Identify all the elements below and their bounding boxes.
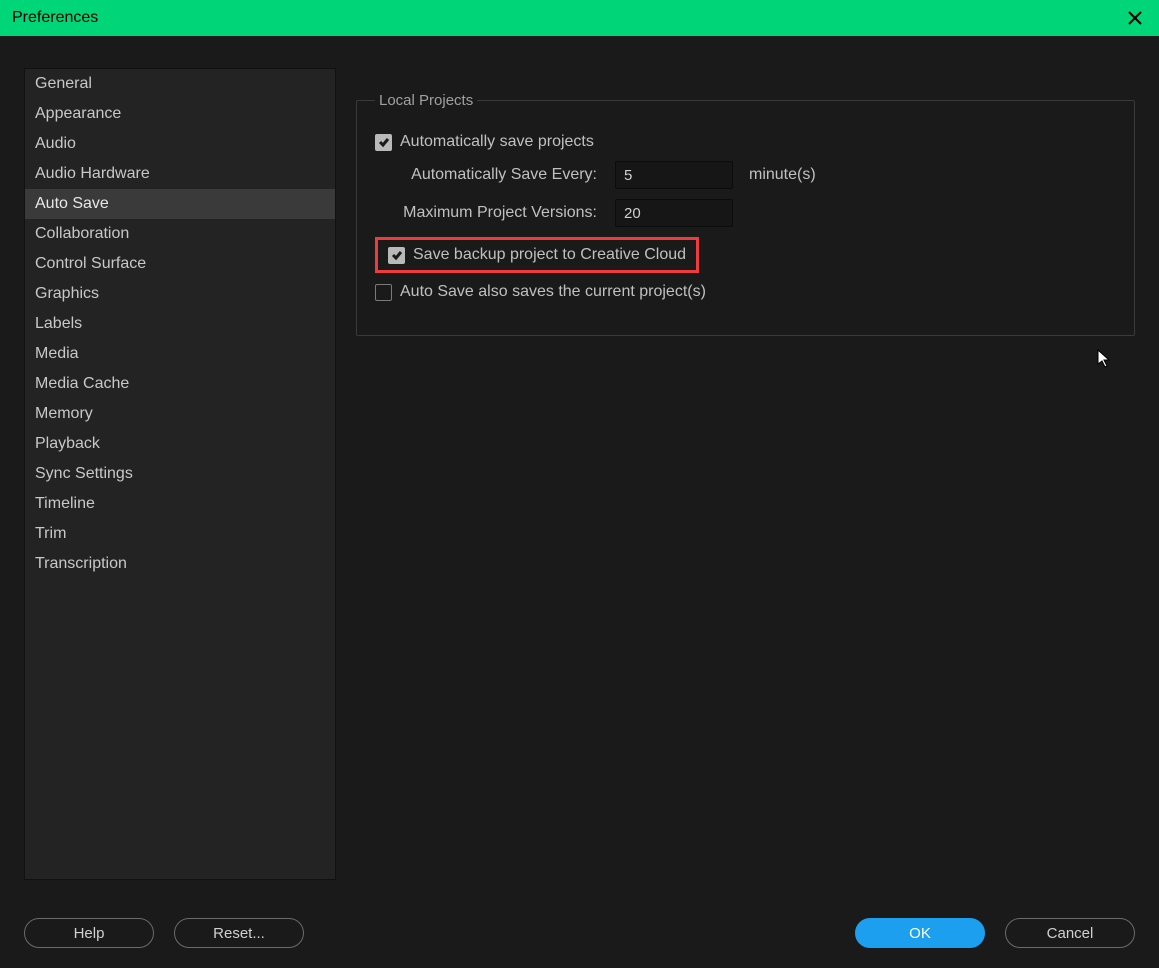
sidebar-item-graphics[interactable]: Graphics [25,279,335,309]
save-every-label: Automatically Save Every: [395,166,615,184]
settings-panel: Local Projects Automatically save projec… [356,68,1135,896]
auto-save-row: Automatically save projects [375,133,1116,151]
dialog-footer: Help Reset... OK Cancel [0,918,1159,948]
auto-save-label: Automatically save projects [400,133,594,151]
save-every-input[interactable] [615,161,733,189]
sidebar-item-sync-settings[interactable]: Sync Settings [25,459,335,489]
group-title: Local Projects [375,92,477,109]
titlebar: Preferences [0,0,1159,36]
highlight-annotation: Save backup project to Creative Cloud [375,237,699,273]
ok-button[interactable]: OK [855,918,985,948]
backup-cc-row: Save backup project to Creative Cloud [375,237,1116,273]
backup-cc-checkbox[interactable] [388,247,405,264]
sidebar-item-collaboration[interactable]: Collaboration [25,219,335,249]
check-icon [391,249,403,261]
check-icon [378,136,390,148]
save-every-unit: minute(s) [749,166,816,184]
local-projects-group: Local Projects Automatically save projec… [356,92,1135,336]
max-versions-row: Maximum Project Versions: [375,199,1116,227]
also-current-label: Auto Save also saves the current project… [400,283,706,301]
sidebar-item-trim[interactable]: Trim [25,519,335,549]
close-icon [1127,10,1143,26]
preferences-sidebar: General Appearance Audio Audio Hardware … [24,68,336,880]
auto-save-checkbox[interactable] [375,134,392,151]
sidebar-item-media[interactable]: Media [25,339,335,369]
backup-cc-label: Save backup project to Creative Cloud [413,246,686,264]
sidebar-item-memory[interactable]: Memory [25,399,335,429]
max-versions-input[interactable] [615,199,733,227]
sidebar-item-general[interactable]: General [25,69,335,99]
max-versions-label: Maximum Project Versions: [395,204,615,222]
sidebar-item-transcription[interactable]: Transcription [25,549,335,579]
footer-spacer [324,918,835,948]
reset-button[interactable]: Reset... [174,918,304,948]
also-current-checkbox[interactable] [375,284,392,301]
window-title: Preferences [12,9,98,27]
sidebar-item-media-cache[interactable]: Media Cache [25,369,335,399]
content-area: General Appearance Audio Audio Hardware … [0,36,1159,896]
sidebar-item-control-surface[interactable]: Control Surface [25,249,335,279]
sidebar-item-audio-hardware[interactable]: Audio Hardware [25,159,335,189]
sidebar-item-auto-save[interactable]: Auto Save [25,189,335,219]
sidebar-item-timeline[interactable]: Timeline [25,489,335,519]
sidebar-item-audio[interactable]: Audio [25,129,335,159]
cancel-button[interactable]: Cancel [1005,918,1135,948]
sidebar-item-playback[interactable]: Playback [25,429,335,459]
mouse-cursor-icon [1097,349,1113,372]
help-button[interactable]: Help [24,918,154,948]
also-current-row: Auto Save also saves the current project… [375,283,1116,301]
save-interval-row: Automatically Save Every: minute(s) [375,161,1116,189]
close-button[interactable] [1123,6,1147,30]
sidebar-item-labels[interactable]: Labels [25,309,335,339]
sidebar-item-appearance[interactable]: Appearance [25,99,335,129]
